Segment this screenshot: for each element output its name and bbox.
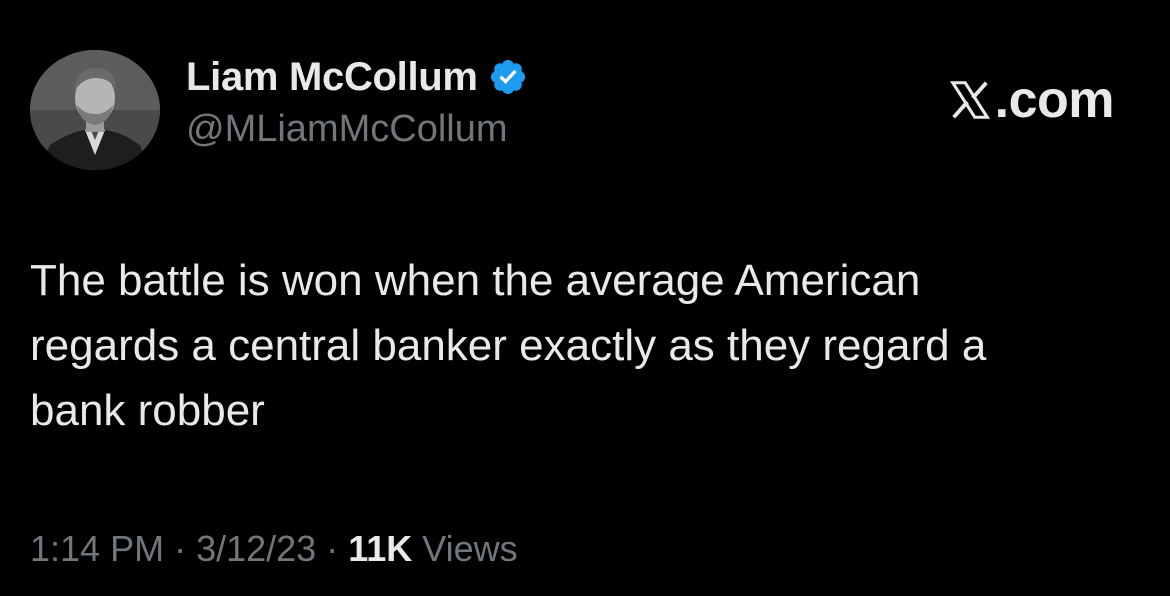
- x-logo-icon: [949, 81, 990, 119]
- avatar[interactable]: [30, 50, 160, 170]
- tweet-card: Liam McCollum @MLiamMcCollum .com The ba…: [0, 0, 1170, 596]
- views-count: 11K: [348, 528, 413, 569]
- tweet-text-line: bank robber: [30, 386, 265, 435]
- tweet-text-line: regards a central banker exactly as they…: [30, 321, 987, 370]
- tweet-text: The battle is won when the average Ameri…: [30, 248, 1140, 443]
- meta-separator: ·: [326, 528, 339, 569]
- site-domain: .com: [994, 71, 1115, 129]
- avatar-photo: [30, 50, 160, 170]
- tweet-meta: 1:14 PM · 3/12/23 · 11K Views: [30, 528, 518, 570]
- site-logo: .com: [947, 70, 1115, 130]
- author-name[interactable]: Liam McCollum: [186, 55, 478, 100]
- author-handle[interactable]: @MLiamMcCollum: [186, 108, 508, 151]
- verified-badge-icon: [490, 59, 525, 95]
- author-name-row: Liam McCollum: [186, 52, 528, 102]
- tweet-text-line: The battle is won when the average Ameri…: [30, 256, 921, 305]
- tweet-time[interactable]: 1:14 PM: [30, 528, 164, 570]
- meta-separator: ·: [174, 528, 187, 569]
- views-label: Views: [422, 528, 518, 569]
- tweet-date[interactable]: 3/12/23: [196, 528, 316, 570]
